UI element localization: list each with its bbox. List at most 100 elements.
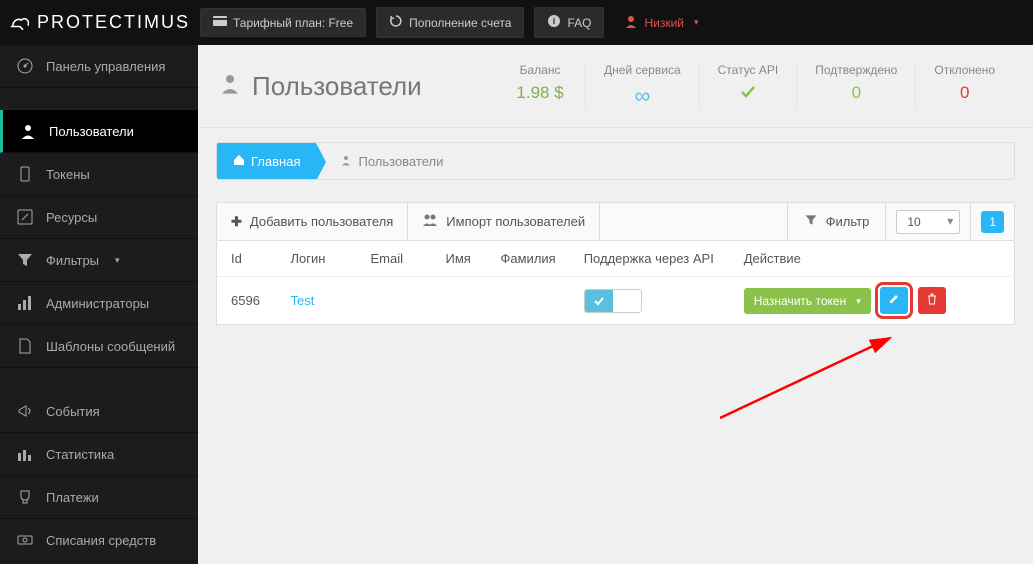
user-icon bbox=[19, 122, 37, 140]
breadcrumb: Главная Пользователи bbox=[216, 142, 1015, 180]
page-title-text: Пользователи bbox=[252, 71, 422, 102]
sidebar-item-label: Администраторы bbox=[46, 296, 149, 311]
chart-icon bbox=[16, 445, 34, 463]
sidebar-item-templates[interactable]: Шаблоны сообщений bbox=[0, 325, 198, 368]
users-table: Id Логин Email Имя Фамилия Поддержка чер… bbox=[216, 241, 1015, 325]
sidebar-item-label: Фильтры bbox=[46, 253, 99, 268]
chevron-down-icon: ▾ bbox=[115, 255, 120, 266]
sidebar-separator bbox=[0, 368, 198, 390]
stat-label: Подтверждено bbox=[815, 63, 897, 77]
user-link[interactable]: Test bbox=[291, 293, 315, 308]
page-size-value: 10 bbox=[896, 210, 960, 234]
breadcrumb-current-label: Пользователи bbox=[358, 154, 443, 169]
svg-text:i: i bbox=[553, 16, 556, 26]
user-icon bbox=[218, 71, 242, 102]
cell-id: 6596 bbox=[217, 277, 277, 325]
plan-label: Тарифный план: Free bbox=[233, 16, 353, 30]
breadcrumb-home[interactable]: Главная bbox=[217, 143, 316, 179]
breadcrumb-home-label: Главная bbox=[251, 154, 300, 169]
page-header: Пользователи Баланс 1.98 $ Дней сервиса … bbox=[198, 45, 1033, 113]
plus-icon: ✚ bbox=[231, 214, 242, 230]
sidebar-item-dashboard[interactable]: Панель управления bbox=[0, 45, 198, 88]
check-icon bbox=[585, 290, 613, 312]
cell-email bbox=[357, 277, 432, 325]
sidebar-item-label: События bbox=[46, 404, 100, 419]
cell-surname bbox=[487, 277, 570, 325]
assign-token-button[interactable]: Назначить токен ▾ bbox=[744, 288, 871, 314]
import-users-label: Импорт пользователей bbox=[446, 214, 585, 229]
sidebar-item-admins[interactable]: Администраторы bbox=[0, 282, 198, 325]
stat-api: Статус API bbox=[699, 63, 797, 109]
page-indicator[interactable]: 1 bbox=[970, 203, 1014, 240]
chevron-down-icon: ▾ bbox=[694, 17, 699, 28]
megaphone-icon bbox=[16, 402, 34, 420]
user-icon bbox=[340, 154, 352, 169]
trophy-icon bbox=[16, 488, 34, 506]
sidebar-item-charges[interactable]: Списания средств bbox=[0, 519, 198, 562]
api-toggle[interactable] bbox=[584, 289, 642, 313]
filter-button[interactable]: Фильтр bbox=[787, 203, 886, 240]
trash-icon bbox=[926, 293, 938, 308]
stats-bar: Баланс 1.98 $ Дней сервиса ∞ Статус API … bbox=[495, 63, 1013, 109]
check-icon bbox=[718, 83, 779, 106]
main-content: Пользователи Баланс 1.98 $ Дней сервиса … bbox=[198, 45, 1033, 564]
chevron-down-icon: ▾ bbox=[856, 296, 861, 307]
sidebar-item-resources[interactable]: Ресурсы bbox=[0, 196, 198, 239]
cell-api bbox=[570, 277, 730, 325]
table-row: 6596 Test Назна bbox=[217, 277, 1015, 325]
topup-button[interactable]: Пополнение счета bbox=[376, 7, 524, 38]
stat-label: Баланс bbox=[513, 63, 567, 77]
th-surname: Фамилия bbox=[487, 241, 570, 277]
filter-icon bbox=[804, 213, 818, 230]
brand-text: PROTECTIMUS bbox=[37, 12, 190, 33]
th-id: Id bbox=[217, 241, 277, 277]
info-icon: i bbox=[547, 14, 561, 31]
sidebar-item-stats[interactable]: Статистика bbox=[0, 433, 198, 476]
stat-confirmed: Подтверждено 0 bbox=[796, 63, 915, 109]
cell-action: Назначить токен ▾ bbox=[730, 277, 1015, 325]
sidebar-item-label: Токены bbox=[46, 167, 90, 182]
filter-icon bbox=[16, 251, 34, 269]
filter-label: Фильтр bbox=[826, 214, 870, 229]
home-icon bbox=[233, 154, 245, 169]
sidebar-item-tokens[interactable]: Токены bbox=[0, 153, 198, 196]
stat-declined: Отклонено 0 bbox=[915, 63, 1013, 109]
page-number: 1 bbox=[981, 211, 1004, 233]
infinity-icon: ∞ bbox=[604, 83, 681, 109]
token-icon bbox=[16, 165, 34, 183]
faq-button[interactable]: i FAQ bbox=[534, 7, 604, 38]
plan-button[interactable]: Тарифный план: Free bbox=[200, 8, 366, 37]
th-name: Имя bbox=[432, 241, 487, 277]
sidebar-item-label: Пользователи bbox=[49, 124, 134, 139]
page-size-select[interactable]: 10 bbox=[885, 203, 970, 240]
sidebar-item-filters[interactable]: Фильтры ▾ bbox=[0, 239, 198, 282]
add-user-button[interactable]: ✚ Добавить пользователя bbox=[217, 203, 408, 240]
users-icon bbox=[422, 213, 438, 230]
user-menu[interactable]: Низкий ▾ bbox=[614, 8, 708, 37]
th-action: Действие bbox=[730, 241, 1015, 277]
cell-name bbox=[432, 277, 487, 325]
sidebar-item-payments[interactable]: Платежи bbox=[0, 476, 198, 519]
breadcrumb-current: Пользователи bbox=[316, 143, 459, 179]
user-icon bbox=[624, 14, 638, 31]
sidebar-separator bbox=[0, 88, 198, 110]
sidebar-item-label: Ресурсы bbox=[46, 210, 97, 225]
edit-button[interactable] bbox=[880, 287, 908, 314]
add-user-label: Добавить пользователя bbox=[250, 214, 393, 229]
faq-label: FAQ bbox=[567, 16, 591, 30]
th-api: Поддержка через API bbox=[570, 241, 730, 277]
th-login: Логин bbox=[277, 241, 357, 277]
money-icon bbox=[16, 531, 34, 549]
card-icon bbox=[213, 15, 227, 30]
sidebar-item-label: Статистика bbox=[46, 447, 114, 462]
stat-days: Дней сервиса ∞ bbox=[585, 63, 699, 109]
sidebar-item-users[interactable]: Пользователи bbox=[0, 110, 198, 153]
delete-button[interactable] bbox=[918, 287, 946, 314]
stat-label: Статус API bbox=[718, 63, 779, 77]
sidebar-item-events[interactable]: События bbox=[0, 390, 198, 433]
document-icon bbox=[16, 337, 34, 355]
import-users-button[interactable]: Импорт пользователей bbox=[408, 203, 600, 240]
sidebar-item-label: Шаблоны сообщений bbox=[46, 339, 175, 354]
stat-value: 0 bbox=[934, 83, 995, 103]
stat-value: 0 bbox=[815, 83, 897, 103]
